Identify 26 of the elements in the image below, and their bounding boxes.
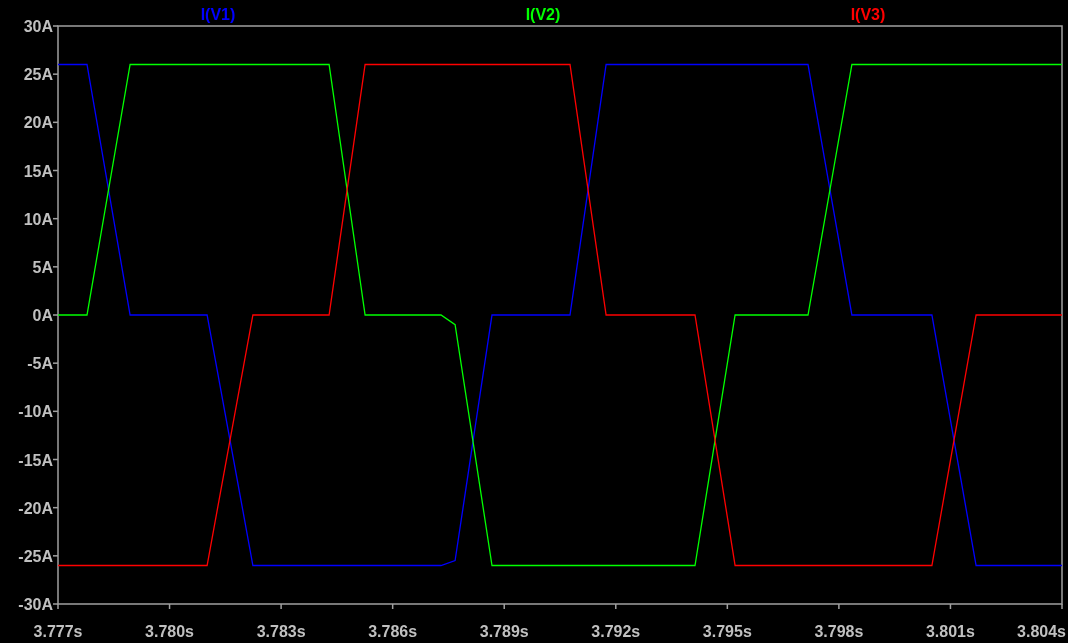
legend-label: I(V1) bbox=[200, 6, 236, 23]
axis-tick-label: 5A bbox=[32, 258, 53, 276]
axis-tick-label: 3.798s bbox=[814, 623, 864, 640]
legend-label: I(V3) bbox=[850, 6, 886, 23]
axis-tick-label: 10A bbox=[23, 210, 53, 228]
axis-tick-label: 3.789s bbox=[479, 623, 529, 640]
axis-tick-label: 3.804s bbox=[1017, 623, 1066, 640]
axis-tick-label: 3.795s bbox=[702, 623, 752, 640]
axis-tick-label: -10A bbox=[18, 403, 53, 421]
axis-tick-label: 3.780s bbox=[145, 623, 194, 640]
axis-tick-label: -20A bbox=[18, 499, 53, 517]
axis-tick-label: 3.783s bbox=[256, 623, 306, 640]
axis-tick-label: 20A bbox=[23, 114, 53, 132]
axis-tick-label: -25A bbox=[18, 547, 53, 565]
axis-tick-label: -30A bbox=[18, 596, 53, 613]
axis-tick-label: 30A bbox=[23, 18, 53, 35]
axis-tick-label: 3.792s bbox=[591, 623, 641, 640]
axis-tick-label: -15A bbox=[18, 451, 53, 469]
axis-tick-label: 0A bbox=[32, 307, 53, 324]
axis-tick-label: -5A bbox=[27, 355, 53, 373]
axis-tick-label: 25A bbox=[23, 66, 53, 84]
axis-tick-label: 3.801s bbox=[926, 623, 975, 640]
axis-tick-label: 3.786s bbox=[368, 623, 418, 640]
axis-tick-label: 3.777s bbox=[33, 623, 83, 640]
legend-label: I(V2) bbox=[525, 6, 561, 23]
axis-tick-label: 15A bbox=[23, 162, 53, 180]
